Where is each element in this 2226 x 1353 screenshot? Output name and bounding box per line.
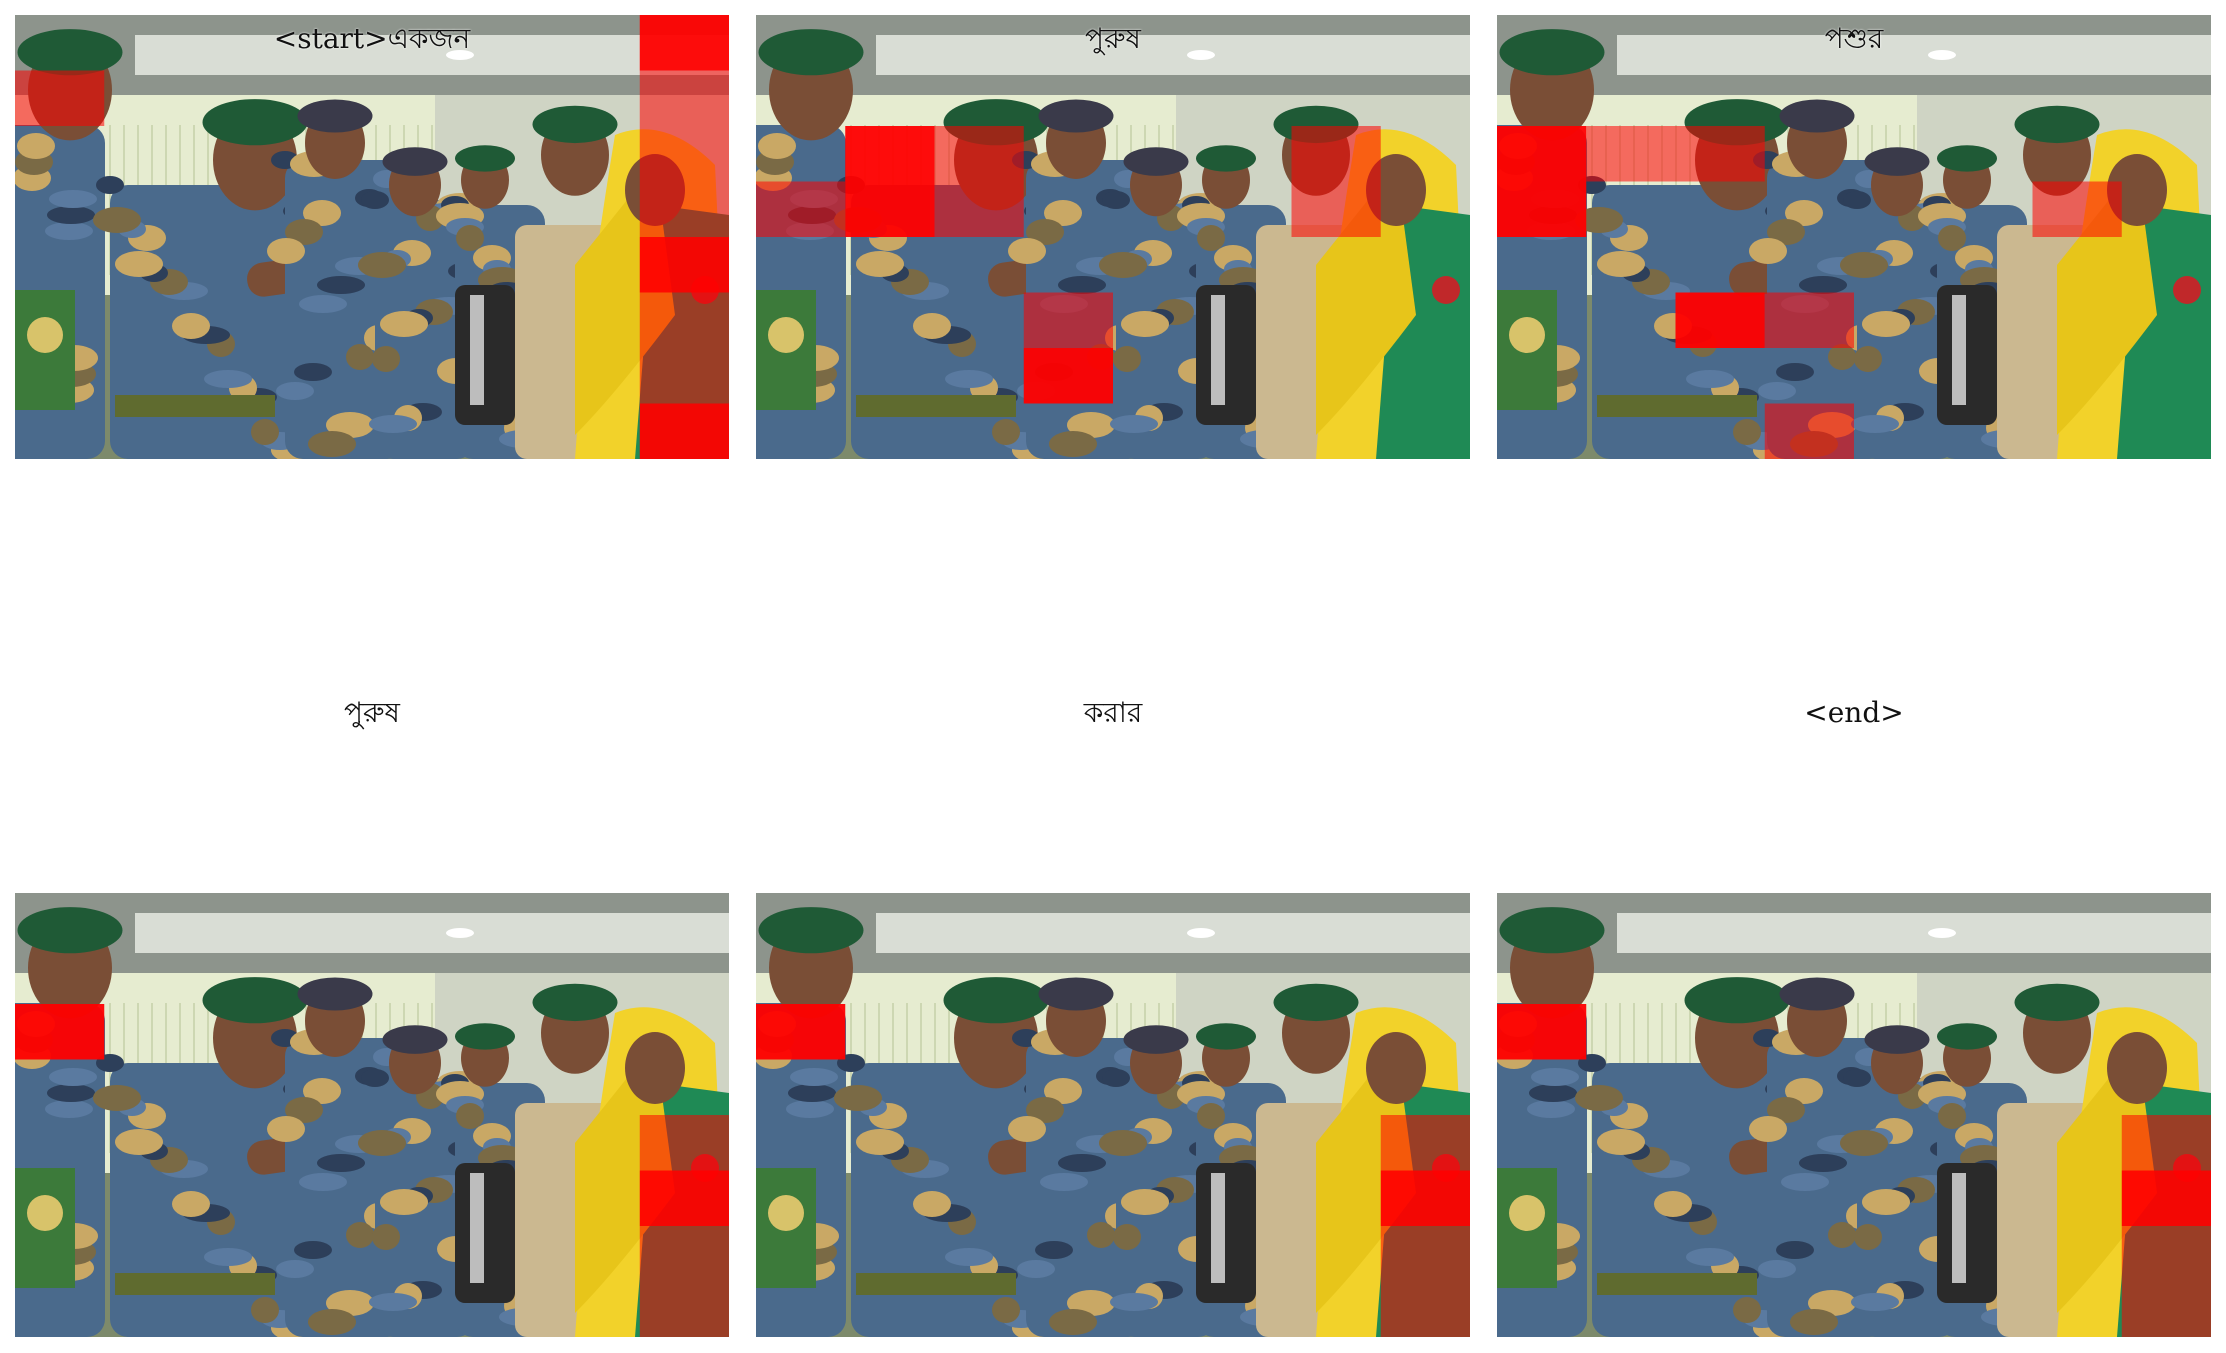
heat-cell bbox=[1764, 403, 1854, 459]
heat-cell bbox=[15, 1004, 105, 1060]
heatmap-overlay bbox=[15, 893, 729, 1337]
heat-cell bbox=[1586, 126, 1676, 182]
heat-cell bbox=[2121, 1115, 2211, 1171]
token-label: করার bbox=[1083, 696, 1143, 729]
heat-cell bbox=[2121, 1281, 2211, 1337]
heat-cell bbox=[1291, 181, 1381, 237]
heat-cell bbox=[2121, 1226, 2211, 1282]
heat-cell bbox=[1497, 1004, 1587, 1060]
heat-cell bbox=[639, 348, 729, 404]
attention-grid: <start>একজন পুরুষ পশুর পুরুষ করার <end> bbox=[0, 0, 2226, 1353]
heat-cell bbox=[639, 237, 729, 293]
heat-cell bbox=[845, 181, 935, 237]
heat-cell bbox=[1380, 1226, 1470, 1282]
heat-svg bbox=[756, 1004, 1470, 1337]
heat-cell bbox=[1380, 1281, 1470, 1337]
heat-cell bbox=[639, 181, 729, 237]
attention-map-top-3: পশুর bbox=[1497, 15, 2211, 459]
heat-svg bbox=[1497, 1004, 2211, 1337]
token-label: পুরুষ bbox=[1085, 22, 1141, 55]
heat-svg bbox=[1497, 126, 2122, 459]
attention-map-top-2: পুরুষ bbox=[756, 15, 1470, 459]
heat-cell bbox=[1023, 348, 1113, 404]
heat-cell bbox=[756, 181, 846, 237]
heatmap-overlay bbox=[1497, 893, 2211, 1337]
attention-map-bottom-2 bbox=[756, 893, 1470, 1337]
heat-cell bbox=[1764, 292, 1854, 348]
token-label: <start>একজন bbox=[273, 22, 471, 55]
heat-cell bbox=[934, 126, 1024, 182]
heat-cell bbox=[1023, 292, 1113, 348]
heat-cell bbox=[639, 1226, 729, 1282]
heatmap-overlay bbox=[1497, 15, 2211, 459]
heatmap-overlay bbox=[15, 15, 729, 459]
attention-map-bottom-3 bbox=[1497, 893, 2211, 1337]
heat-cell bbox=[845, 126, 935, 182]
heat-svg bbox=[15, 15, 729, 459]
heat-cell bbox=[2121, 1170, 2211, 1226]
heat-cell bbox=[1675, 126, 1765, 182]
heat-cell bbox=[15, 70, 105, 126]
attention-map-top-1: <start>একজন bbox=[15, 15, 729, 459]
heat-cell bbox=[2032, 181, 2122, 237]
heat-cell bbox=[639, 403, 729, 459]
heat-cell bbox=[639, 70, 729, 126]
attention-map-bottom-1 bbox=[15, 893, 729, 1337]
heat-cell bbox=[639, 1115, 729, 1171]
heat-cell bbox=[1497, 181, 1587, 237]
heat-cell bbox=[639, 1281, 729, 1337]
token-label: পশুর bbox=[1824, 22, 1884, 55]
heatmap-overlay bbox=[756, 893, 1470, 1337]
heat-cell bbox=[1497, 126, 1587, 182]
heat-cell bbox=[1380, 1170, 1470, 1226]
heat-svg bbox=[15, 1004, 729, 1337]
heat-cell bbox=[639, 126, 729, 182]
heat-cell bbox=[639, 292, 729, 348]
heat-cell bbox=[1291, 126, 1381, 182]
heat-cell bbox=[756, 1004, 846, 1060]
heat-cell bbox=[1380, 1115, 1470, 1171]
heat-cell bbox=[934, 181, 1024, 237]
heat-cell bbox=[1675, 292, 1765, 348]
heatmap-overlay bbox=[756, 15, 1470, 459]
token-label: পুরুষ bbox=[344, 696, 400, 729]
heat-cell bbox=[639, 1170, 729, 1226]
token-label: <end> bbox=[1804, 696, 1904, 729]
heat-svg bbox=[756, 126, 1381, 404]
